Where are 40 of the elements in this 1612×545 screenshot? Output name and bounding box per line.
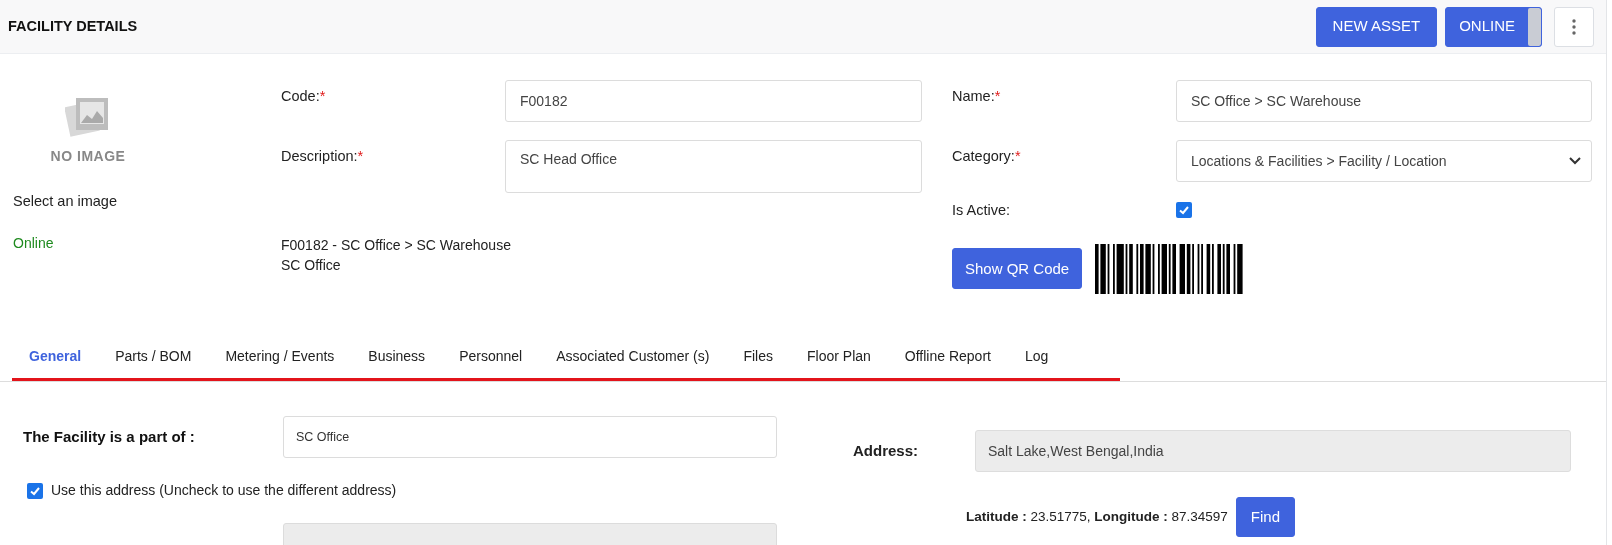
checkbox-label: Use this address (Uncheck to use the different address) (51, 481, 397, 500)
tab[interactable]: Metering / Events (208, 336, 352, 378)
new-asset-button[interactable]: NEW ASSET (1315, 6, 1438, 47)
tab[interactable]: Associated Customer (s) (539, 336, 727, 378)
tab[interactable]: General (12, 336, 99, 378)
tab[interactable]: Floor Plan (790, 336, 888, 378)
tab[interactable]: Parts / BOM (98, 336, 209, 378)
input-field[interactable]: SC Office > SC Warehouse (1176, 80, 1592, 122)
coordinates-text: Latitude : 23.51775, Longitude : 87.34597 (966, 507, 1228, 526)
tab[interactable]: Offline Report (887, 336, 1008, 378)
tab[interactable]: Files (726, 336, 790, 378)
field-label: Description:* (281, 147, 365, 166)
field-label: Code:* (281, 87, 327, 106)
kebab-menu-icon (1572, 19, 1576, 36)
field-label: Address: (853, 440, 920, 461)
find-button[interactable]: Find (1235, 497, 1296, 537)
online-toggle[interactable]: ONLINE (1445, 6, 1542, 47)
input-field[interactable]: F00182 (505, 80, 922, 122)
select-image-link[interactable]: Select an image (13, 191, 281, 213)
field-label: The Facility is a part of : (23, 426, 196, 447)
no-image-caption: NO IMAGE (50, 147, 126, 166)
input-field[interactable]: SC Office (283, 416, 777, 458)
summary-text: F00182 - SC Office > SC Warehouse (281, 236, 512, 255)
field-label: Is Active: (952, 201, 1012, 220)
status-text: Online (13, 233, 55, 253)
checkbox[interactable] (27, 482, 43, 499)
field-label: Category:* (952, 147, 1022, 166)
no-image-icon (65, 96, 111, 138)
text-area[interactable]: SC Head Office (505, 140, 922, 193)
tab[interactable]: Log (1007, 336, 1066, 378)
tab[interactable]: Business (351, 336, 443, 378)
checkbox[interactable] (1176, 202, 1192, 218)
address-field[interactable]: Salt Lake,West Bengal,India (975, 430, 1571, 472)
chevron-down-icon (1569, 157, 1581, 165)
summary-text: SC Office (281, 256, 342, 275)
tab[interactable]: Personnel (442, 336, 540, 378)
field-label: Name:* (952, 87, 1002, 106)
page-title: FACILITY DETAILS (8, 16, 138, 36)
show-qr-button[interactable]: Show QR Code (952, 248, 1083, 290)
select-field[interactable]: Locations & Facilities > Facility / Location (1176, 140, 1592, 182)
